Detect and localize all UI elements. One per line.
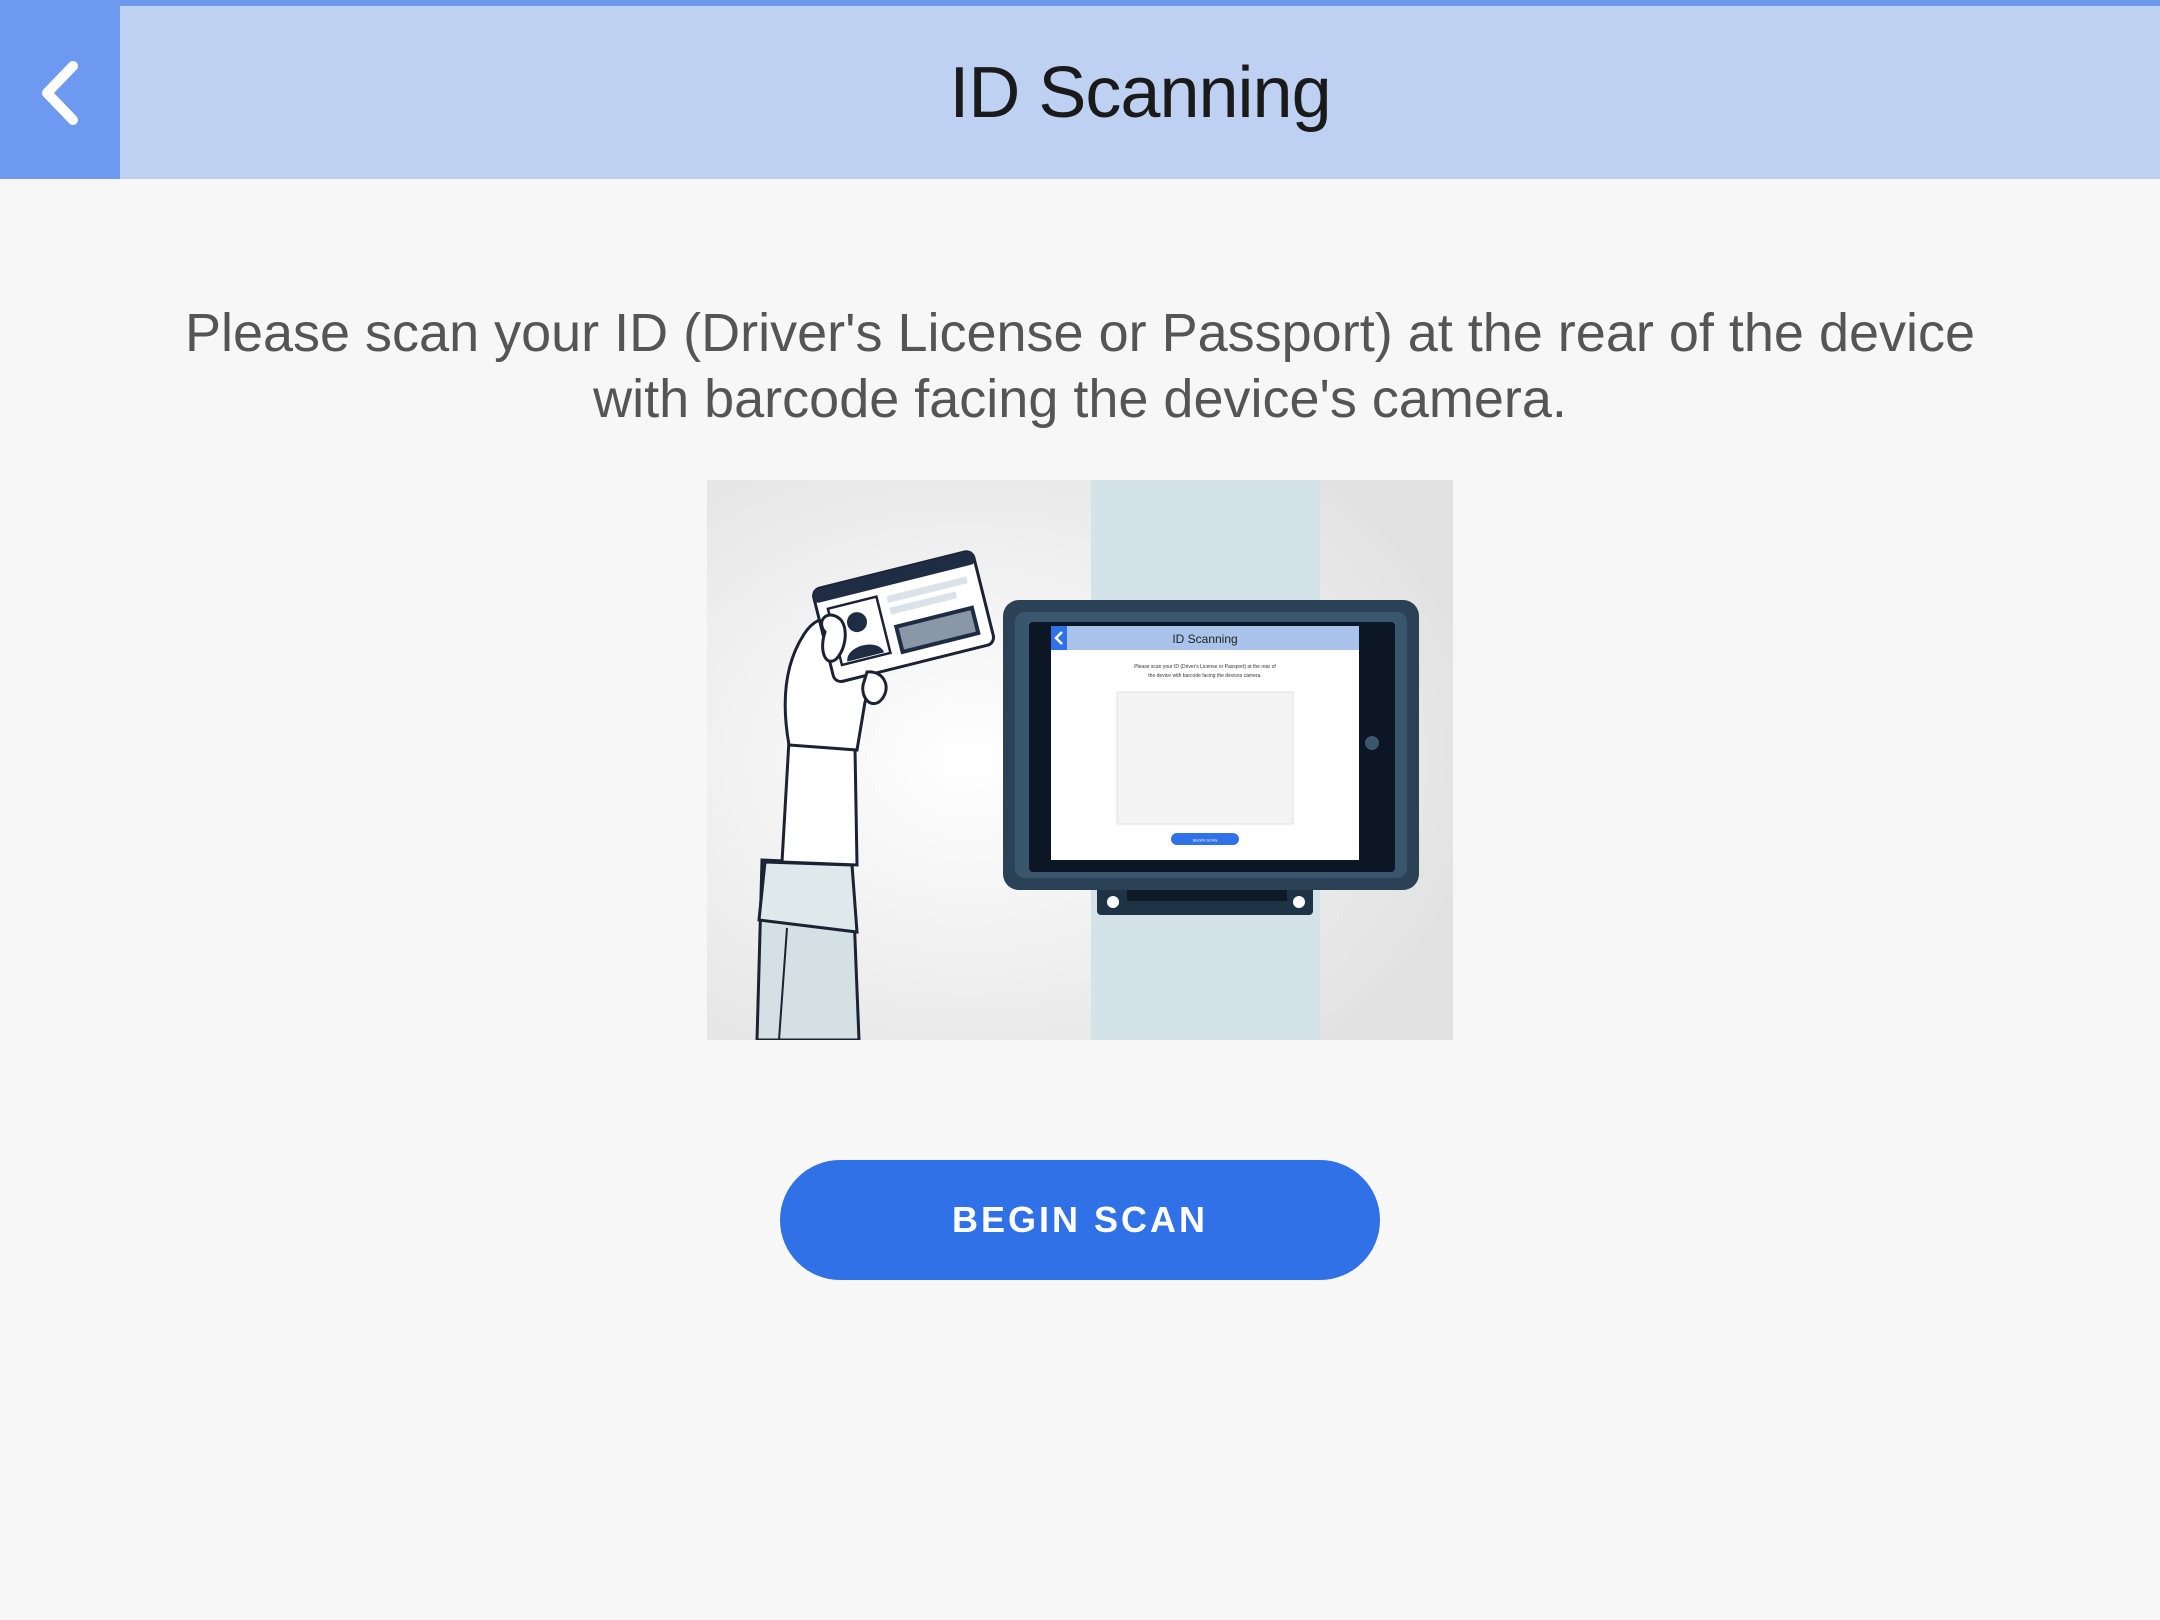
chevron-left-icon bbox=[42, 60, 78, 125]
mini-screen-text-line2: the device with barcode facing the devic… bbox=[1148, 673, 1261, 679]
begin-scan-button[interactable]: BEGIN SCAN bbox=[780, 1160, 1380, 1280]
header-bar: ID Scanning bbox=[0, 6, 2160, 179]
scan-instructions: Please scan your ID (Driver's License or… bbox=[184, 303, 1976, 429]
scan-illustration: ID Scanning Please scan your ID (Driver'… bbox=[707, 480, 1453, 1040]
mini-screen-text-line1: Please scan your ID (Driver's License or… bbox=[1134, 664, 1276, 670]
back-button[interactable] bbox=[0, 6, 120, 179]
page-title: ID Scanning bbox=[949, 52, 1331, 133]
mini-screen-title: ID Scanning bbox=[1172, 632, 1237, 646]
mini-screen-button: BEGIN SCAN bbox=[1193, 838, 1218, 843]
